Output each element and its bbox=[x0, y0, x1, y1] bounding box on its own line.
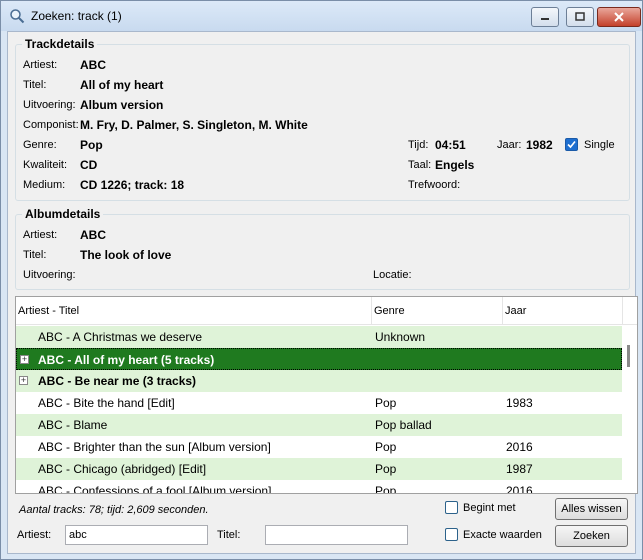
row-year: 1983 bbox=[506, 396, 533, 410]
close-icon bbox=[614, 12, 624, 22]
track-title-label: Titel: bbox=[23, 79, 47, 91]
album-artist-label: Artiest: bbox=[23, 229, 58, 241]
search-artist-input[interactable] bbox=[65, 525, 208, 545]
album-title-value: The look of love bbox=[80, 248, 172, 262]
maximize-icon bbox=[575, 12, 585, 21]
track-quality-value: CD bbox=[80, 158, 98, 172]
minimize-button[interactable] bbox=[531, 7, 559, 27]
search-title-label: Titel: bbox=[217, 529, 241, 541]
search-app-icon bbox=[10, 9, 25, 24]
row-genre: Pop bbox=[375, 462, 397, 476]
exacte-waarden-label: Exacte waarden bbox=[463, 529, 542, 541]
list-header: Artiest - Titel Genre Jaar bbox=[16, 297, 637, 325]
maximize-button[interactable] bbox=[566, 7, 594, 27]
clear-all-button[interactable]: Alles wissen bbox=[555, 498, 628, 520]
row-genre: Pop bbox=[375, 440, 397, 454]
list-row[interactable]: ABC - Chicago (abridged) [Edit] Pop 1987 bbox=[16, 458, 622, 480]
row-year: 2016 bbox=[506, 440, 533, 454]
row-title: ABC - Blame bbox=[38, 418, 108, 432]
list-row[interactable]: ABC - Brighter than the sun [Album versi… bbox=[16, 436, 622, 458]
albumdetails-title: Albumdetails bbox=[22, 207, 104, 221]
close-button[interactable] bbox=[597, 7, 641, 27]
row-title: ABC - Confessions of a fool [Album versi… bbox=[38, 484, 272, 494]
row-title: ABC - All of my heart (5 tracks) bbox=[38, 353, 215, 367]
scroll-thumb[interactable] bbox=[627, 345, 630, 367]
track-composer-label: Componist: bbox=[23, 119, 79, 131]
album-artist-value: ABC bbox=[80, 228, 106, 242]
list-row[interactable]: ABC - Bite the hand [Edit] Pop 1983 bbox=[16, 392, 622, 414]
single-label: Single bbox=[584, 139, 615, 151]
track-quality-label: Kwaliteit: bbox=[23, 159, 68, 171]
begint-met-checkbox[interactable] bbox=[445, 501, 458, 514]
track-year-label: Jaar: bbox=[497, 139, 522, 151]
track-performance-value: Album version bbox=[80, 98, 164, 112]
album-performance-label: Uitvoering: bbox=[23, 269, 76, 281]
track-time-label: Tijd: bbox=[408, 139, 429, 151]
column-header-artist-title[interactable]: Artiest - Titel bbox=[16, 297, 372, 325]
column-header-year[interactable]: Jaar bbox=[503, 297, 623, 325]
track-performance-label: Uitvoering: bbox=[23, 99, 76, 111]
search-button[interactable]: Zoeken bbox=[555, 525, 628, 547]
row-genre: Unknown bbox=[375, 330, 426, 344]
row-title: ABC - Chicago (abridged) [Edit] bbox=[38, 462, 207, 476]
track-language-label: Taal: bbox=[408, 159, 432, 171]
row-title: ABC - Brighter than the sun [Album versi… bbox=[38, 440, 271, 454]
row-genre: Pop bbox=[375, 396, 397, 410]
list-row-group[interactable]: + ABC - Be near me (3 tracks) bbox=[16, 370, 622, 392]
status-text: Aantal tracks: 78; tijd: 2,609 seconden. bbox=[19, 504, 209, 516]
checkmark-icon bbox=[567, 140, 576, 149]
album-title-label: Titel: bbox=[23, 249, 47, 261]
row-year: 1987 bbox=[506, 462, 533, 476]
track-year-value: 1982 bbox=[526, 138, 553, 152]
expand-icon[interactable]: + bbox=[20, 355, 29, 364]
row-title: ABC - Bite the hand [Edit] bbox=[38, 396, 175, 410]
list-row[interactable]: ABC - A Christmas we deserve Unknown bbox=[16, 326, 622, 348]
track-artist-label: Artiest: bbox=[23, 59, 58, 71]
track-list[interactable]: Artiest - Titel Genre Jaar ABC - A Chris… bbox=[15, 296, 638, 494]
list-row[interactable]: ABC - Blame Pop ballad bbox=[16, 414, 622, 436]
search-title-input[interactable] bbox=[265, 525, 408, 545]
search-artist-label: Artiest: bbox=[17, 529, 52, 541]
track-genre-label: Genre: bbox=[23, 139, 57, 151]
album-location-label: Locatie: bbox=[373, 269, 412, 281]
exacte-waarden-checkbox[interactable] bbox=[445, 528, 458, 541]
track-genre-value: Pop bbox=[80, 138, 103, 152]
track-composer-value: M. Fry, D. Palmer, S. Singleton, M. Whit… bbox=[80, 118, 308, 132]
track-keyword-label: Trefwoord: bbox=[408, 179, 461, 191]
track-time-value: 04:51 bbox=[435, 138, 466, 152]
single-checkbox[interactable] bbox=[565, 138, 578, 151]
client-area: Trackdetails Artiest: ABC Titel: All of … bbox=[7, 31, 638, 554]
row-genre: Pop bbox=[375, 484, 397, 494]
track-title-value: All of my heart bbox=[80, 78, 164, 92]
track-artist-value: ABC bbox=[80, 58, 106, 72]
track-language-value: Engels bbox=[435, 158, 475, 172]
track-medium-label: Medium: bbox=[23, 179, 66, 191]
minimize-icon bbox=[541, 18, 549, 20]
window-title: Zoeken: track (1) bbox=[31, 9, 122, 23]
begint-met-label: Begint met bbox=[463, 502, 516, 514]
row-title: ABC - Be near me (3 tracks) bbox=[38, 374, 197, 388]
track-medium-value: CD 1226; track: 18 bbox=[80, 178, 185, 192]
trackdetails-group: Trackdetails Artiest: ABC Titel: All of … bbox=[15, 37, 630, 201]
list-row[interactable]: ABC - Confessions of a fool [Album versi… bbox=[16, 480, 622, 494]
row-genre: Pop ballad bbox=[375, 418, 432, 432]
list-row-selected-group[interactable]: + ABC - All of my heart (5 tracks) bbox=[16, 348, 622, 370]
expand-icon[interactable]: + bbox=[19, 376, 28, 385]
column-header-genre[interactable]: Genre bbox=[372, 297, 503, 325]
albumdetails-group: Albumdetails Artiest: ABC Titel: The loo… bbox=[15, 207, 630, 290]
row-title: ABC - A Christmas we deserve bbox=[38, 330, 203, 344]
row-year: 2016 bbox=[506, 484, 533, 494]
trackdetails-title: Trackdetails bbox=[22, 37, 98, 51]
title-bar[interactable]: Zoeken: track (1) bbox=[1, 1, 642, 31]
search-window: Zoeken: track (1) Trackdetails Artiest: … bbox=[0, 0, 643, 560]
vertical-scrollbar[interactable] bbox=[622, 325, 637, 493]
